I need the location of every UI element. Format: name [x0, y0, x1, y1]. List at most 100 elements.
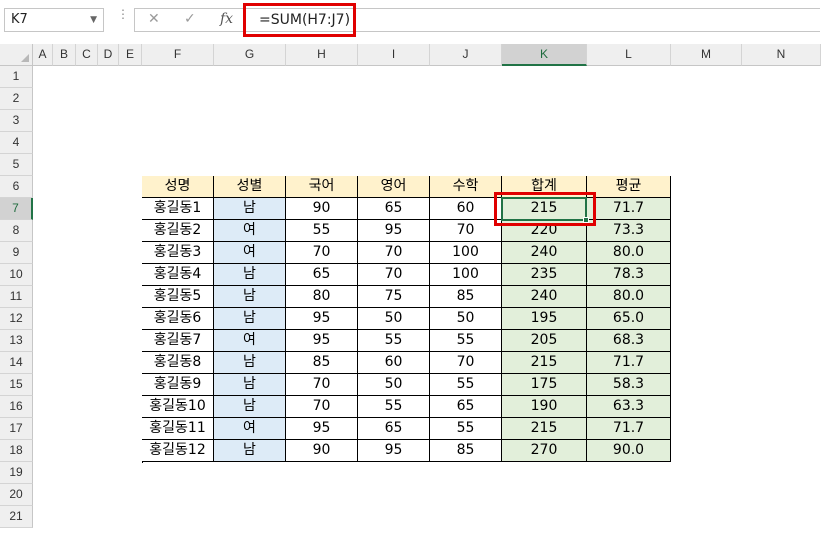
table-cell[interactable]: 남: [214, 308, 286, 330]
table-cell[interactable]: 270: [502, 440, 587, 462]
table-cell[interactable]: 100: [430, 242, 502, 264]
row-header-7[interactable]: 7: [0, 198, 33, 220]
table-cell[interactable]: 175: [502, 374, 587, 396]
column-header-k[interactable]: K: [502, 44, 587, 66]
table-cell[interactable]: 60: [358, 352, 430, 374]
table-cell[interactable]: 홍길동11: [142, 418, 214, 440]
row-header-17[interactable]: 17: [0, 418, 33, 440]
table-cell[interactable]: 95: [286, 308, 358, 330]
row-header-20[interactable]: 20: [0, 484, 33, 506]
table-cell[interactable]: 55: [358, 396, 430, 418]
row-header-4[interactable]: 4: [0, 132, 33, 154]
table-cell[interactable]: 85: [286, 352, 358, 374]
table-cell[interactable]: 홍길동8: [142, 352, 214, 374]
table-cell[interactable]: 55: [358, 330, 430, 352]
table-header-cell[interactable]: 수학: [430, 176, 502, 198]
table-cell[interactable]: 70: [430, 352, 502, 374]
table-cell[interactable]: 90: [286, 440, 358, 462]
row-header-14[interactable]: 14: [0, 352, 33, 374]
row-header-21[interactable]: 21: [0, 506, 33, 528]
table-cell[interactable]: 70: [358, 264, 430, 286]
column-header-l[interactable]: L: [587, 44, 671, 66]
table-cell[interactable]: 여: [214, 418, 286, 440]
table-cell[interactable]: 남: [214, 396, 286, 418]
table-cell[interactable]: 남: [214, 440, 286, 462]
grip-icon[interactable]: ⋮: [117, 8, 129, 20]
table-cell[interactable]: 70: [286, 396, 358, 418]
table-cell[interactable]: 190: [502, 396, 587, 418]
table-header-cell[interactable]: 국어: [286, 176, 358, 198]
table-cell[interactable]: 90.0: [587, 440, 671, 462]
table-cell[interactable]: 여: [214, 330, 286, 352]
row-header-16[interactable]: 16: [0, 396, 33, 418]
table-cell[interactable]: 홍길동1: [142, 198, 214, 220]
table-cell[interactable]: 남: [214, 374, 286, 396]
table-cell[interactable]: 55: [286, 220, 358, 242]
table-cell[interactable]: 240: [502, 242, 587, 264]
select-all-button[interactable]: [0, 44, 33, 66]
table-cell[interactable]: 홍길동2: [142, 220, 214, 242]
table-cell[interactable]: 홍길동10: [142, 396, 214, 418]
column-header-a[interactable]: A: [33, 44, 53, 66]
table-cell[interactable]: 55: [430, 330, 502, 352]
table-cell[interactable]: 240: [502, 286, 587, 308]
column-header-f[interactable]: F: [142, 44, 214, 66]
table-cell[interactable]: 65: [430, 396, 502, 418]
table-cell[interactable]: 58.3: [587, 374, 671, 396]
table-cell[interactable]: 95: [286, 418, 358, 440]
table-cell[interactable]: 홍길동9: [142, 374, 214, 396]
table-cell[interactable]: 78.3: [587, 264, 671, 286]
table-cell[interactable]: 80: [286, 286, 358, 308]
table-cell[interactable]: 홍길동4: [142, 264, 214, 286]
column-header-j[interactable]: J: [430, 44, 502, 66]
column-header-i[interactable]: I: [358, 44, 430, 66]
table-header-cell[interactable]: 영어: [358, 176, 430, 198]
table-header-cell[interactable]: 성별: [214, 176, 286, 198]
table-cell[interactable]: 205: [502, 330, 587, 352]
table-cell[interactable]: 71.7: [587, 418, 671, 440]
table-cell[interactable]: 65.0: [587, 308, 671, 330]
table-cell[interactable]: 68.3: [587, 330, 671, 352]
table-cell[interactable]: 55: [430, 374, 502, 396]
table-cell[interactable]: 71.7: [587, 352, 671, 374]
row-header-1[interactable]: 1: [0, 66, 33, 88]
row-header-12[interactable]: 12: [0, 308, 33, 330]
cancel-icon[interactable]: ✕: [148, 11, 160, 27]
table-cell[interactable]: 100: [430, 264, 502, 286]
row-header-3[interactable]: 3: [0, 110, 33, 132]
table-cell[interactable]: 70: [430, 220, 502, 242]
table-header-cell[interactable]: 평균: [587, 176, 671, 198]
name-box[interactable]: K7 ▼: [4, 8, 104, 32]
table-cell[interactable]: 홍길동5: [142, 286, 214, 308]
table-cell[interactable]: 50: [430, 308, 502, 330]
table-cell[interactable]: 215: [502, 352, 587, 374]
table-cell[interactable]: 70: [358, 242, 430, 264]
column-header-n[interactable]: N: [742, 44, 821, 66]
table-cell[interactable]: 홍길동7: [142, 330, 214, 352]
formula-input-area[interactable]: [134, 8, 820, 32]
table-cell[interactable]: 235: [502, 264, 587, 286]
insert-function-icon[interactable]: fx: [220, 11, 233, 27]
table-cell[interactable]: 75: [358, 286, 430, 308]
table-cell[interactable]: 95: [358, 440, 430, 462]
column-header-d[interactable]: D: [98, 44, 119, 66]
table-cell[interactable]: 70: [286, 374, 358, 396]
column-header-g[interactable]: G: [214, 44, 286, 66]
table-cell[interactable]: 홍길동3: [142, 242, 214, 264]
table-cell[interactable]: 남: [214, 286, 286, 308]
table-cell[interactable]: 63.3: [587, 396, 671, 418]
table-cell[interactable]: 80.0: [587, 286, 671, 308]
table-cell[interactable]: 남: [214, 264, 286, 286]
table-cell[interactable]: 71.7: [587, 198, 671, 220]
column-header-h[interactable]: H: [286, 44, 358, 66]
table-cell[interactable]: 65: [358, 198, 430, 220]
table-cell[interactable]: 여: [214, 242, 286, 264]
row-header-10[interactable]: 10: [0, 264, 33, 286]
table-cell[interactable]: 95: [358, 220, 430, 242]
table-cell[interactable]: 70: [286, 242, 358, 264]
table-cell[interactable]: 50: [358, 374, 430, 396]
row-header-19[interactable]: 19: [0, 462, 33, 484]
chevron-down-icon[interactable]: ▼: [90, 15, 97, 25]
column-header-m[interactable]: M: [671, 44, 742, 66]
table-cell[interactable]: 95: [286, 330, 358, 352]
